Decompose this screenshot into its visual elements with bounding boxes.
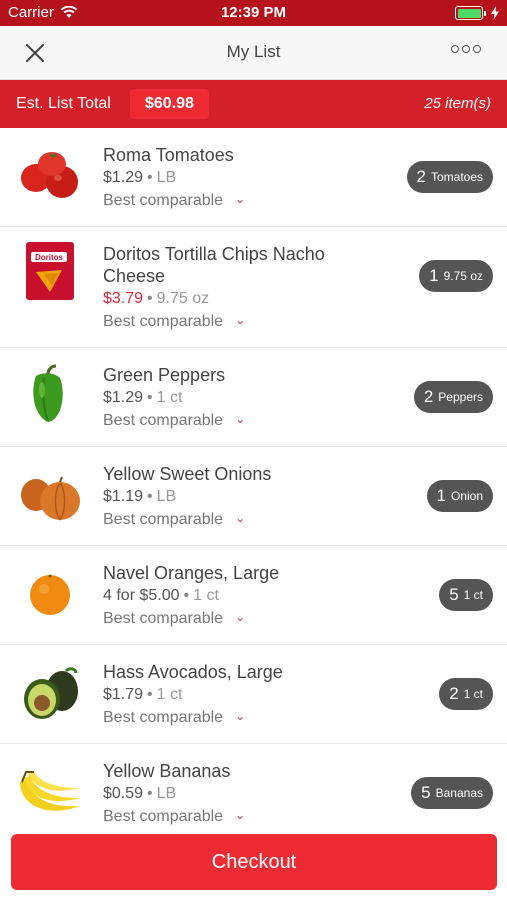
- quantity-badge[interactable]: 2 Peppers: [413, 381, 493, 413]
- more-options-button[interactable]: [451, 45, 481, 53]
- item-price: $1.29: [103, 389, 144, 406]
- item-name: Yellow Bananas: [103, 761, 231, 781]
- total-label: Est. List Total: [16, 95, 111, 112]
- list-total-bar: Est. List Total $60.98 25 item(s): [0, 80, 507, 128]
- quantity-badge[interactable]: 1 Onion: [426, 480, 493, 512]
- quantity-badge[interactable]: 5 Bananas: [411, 777, 493, 809]
- total-amount-badge: $60.98: [130, 89, 209, 119]
- best-comparable-dropdown[interactable]: Best comparable ⌄: [103, 706, 377, 730]
- more-icon: [451, 45, 459, 53]
- checkout-footer: Checkout: [0, 828, 507, 900]
- best-comparable-dropdown[interactable]: Best comparable ⌄: [103, 607, 377, 631]
- item-unit: LB: [156, 785, 177, 802]
- checkout-button[interactable]: Checkout: [11, 834, 497, 890]
- best-comparable-dropdown[interactable]: Best comparable ⌄: [103, 409, 377, 433]
- chevron-down-icon: ⌄: [235, 192, 246, 206]
- chevron-down-icon: ⌄: [235, 709, 246, 723]
- onion-image: [21, 476, 80, 521]
- charging-icon: [491, 6, 499, 20]
- item-unit: 1 ct: [156, 389, 183, 406]
- chevron-down-icon: ⌄: [235, 610, 246, 624]
- item-name: Roma Tomatoes: [103, 145, 234, 165]
- item-unit: 1 ct: [193, 587, 219, 604]
- chips-bag-image: Doritos: [26, 242, 74, 300]
- best-comparable-dropdown[interactable]: Best comparable ⌄: [103, 508, 377, 532]
- status-time: 12:39 PM: [220, 4, 287, 21]
- quantity-badge[interactable]: 1 9.75 oz: [419, 260, 493, 292]
- tomato-image: [21, 152, 78, 198]
- item-price: 4 for $5.00: [103, 587, 180, 604]
- list-item[interactable]: Hass Avocados, Large $1.79 • 1 ct Best com…: [0, 645, 507, 744]
- chevron-down-icon: ⌄: [235, 511, 246, 525]
- quantity-badge[interactable]: 51 ct: [439, 579, 493, 611]
- best-comparable-dropdown[interactable]: Best comparable ⌄: [103, 310, 377, 334]
- list-item[interactable]: Yellow Sweet Onions $1.19 • LB Best compar…: [0, 447, 507, 546]
- item-price: $1.79: [103, 686, 144, 703]
- item-unit: 1 ct: [156, 686, 183, 703]
- item-price: $1.19: [103, 488, 144, 505]
- list-item[interactable]: Roma Tomatoes $1.29 • LB Best comparable ⌄ …: [0, 128, 507, 227]
- item-name: Navel Oranges, Large: [103, 563, 280, 583]
- item-count: 25 item(s): [424, 95, 491, 112]
- green-pepper-image: [33, 364, 63, 422]
- status-bar: Carrier 12:39 PM: [0, 0, 507, 26]
- list-item[interactable]: Yellow Bananas $0.59 • LB Best comparable ⌄…: [0, 744, 507, 828]
- list-item[interactable]: Green Peppers $1.29 • 1 ct Best comparable…: [0, 348, 507, 447]
- item-name: Doritos Tortilla Chips Nacho Cheese: [103, 244, 325, 286]
- quantity-badge[interactable]: 2 Tomatoes: [406, 161, 493, 193]
- item-price: $3.79: [103, 290, 144, 307]
- item-name: Hass Avocados, Large: [103, 662, 283, 682]
- best-comparable-dropdown[interactable]: Best comparable ⌄: [103, 189, 377, 213]
- orange-image: [30, 574, 70, 615]
- avocado-image: [24, 667, 78, 719]
- item-unit: LB: [156, 488, 177, 505]
- item-unit: LB: [156, 169, 177, 186]
- item-unit: 9.75 oz: [156, 290, 210, 307]
- status-right: [455, 6, 499, 20]
- battery-icon: [455, 6, 486, 20]
- chevron-down-icon: ⌄: [235, 412, 246, 426]
- item-name: Green Peppers: [103, 365, 226, 385]
- nav-header: My List: [0, 26, 507, 80]
- item-price: $0.59: [103, 785, 144, 802]
- chevron-down-icon: ⌄: [235, 808, 246, 822]
- best-comparable-dropdown[interactable]: Best comparable ⌄: [103, 805, 377, 828]
- shopping-list: Roma Tomatoes $1.29 • LB Best comparable ⌄ …: [0, 128, 507, 828]
- page-title: My List: [226, 42, 281, 61]
- item-name: Yellow Sweet Onions: [103, 464, 272, 484]
- quantity-badge[interactable]: 21 ct: [439, 678, 493, 710]
- banana-image: [20, 771, 80, 811]
- svg-text:Doritos: Doritos: [35, 253, 64, 262]
- list-item[interactable]: Doritos Doritos Tortilla Chips Nacho Che…: [0, 227, 507, 348]
- item-price: $1.29: [103, 169, 144, 186]
- list-item[interactable]: Navel Oranges, Large 4 for $5.00 • 1 ct Be…: [0, 546, 507, 645]
- chevron-down-icon: ⌄: [235, 313, 246, 327]
